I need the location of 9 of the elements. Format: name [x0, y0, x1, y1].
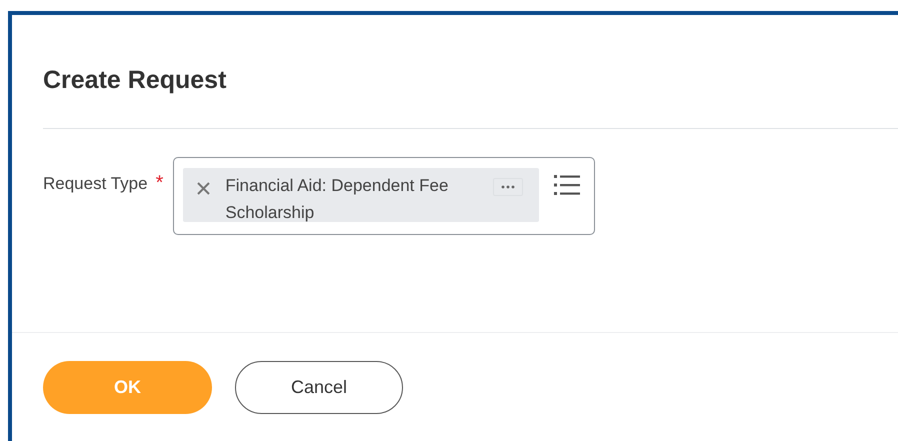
list-icon[interactable]	[554, 174, 580, 196]
field-label: Request Type	[43, 174, 148, 194]
required-mark: *	[156, 172, 164, 195]
selected-item-text: Financial Aid: Dependent Fee Scholarship	[225, 175, 450, 224]
remove-icon[interactable]	[197, 182, 210, 195]
dialog-title: Create Request	[43, 65, 228, 95]
request-type-field[interactable]: Financial Aid: Dependent Fee Scholarship	[173, 157, 596, 235]
cancel-button[interactable]: Cancel	[235, 361, 403, 414]
more-icon[interactable]	[493, 178, 524, 196]
